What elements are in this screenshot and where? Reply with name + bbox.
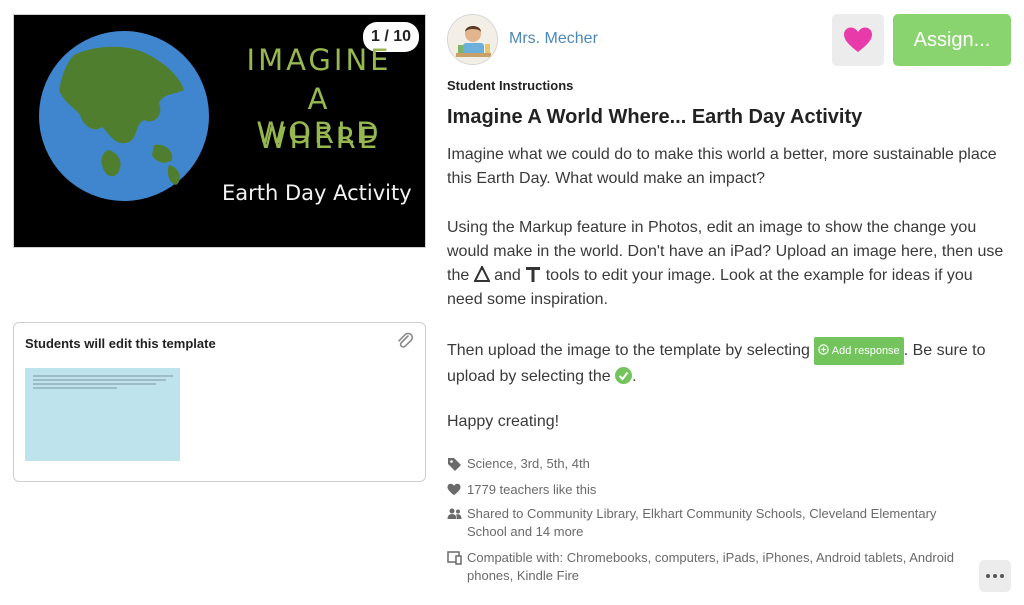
heart-icon — [844, 27, 872, 52]
meta-compatible: Compatible with: Chromebooks, computers,… — [447, 549, 967, 585]
more-options-button[interactable] — [979, 560, 1011, 592]
tag-icon — [448, 458, 461, 471]
activity-title: Imagine A World Where... Earth Day Activ… — [447, 106, 863, 128]
meta-subjects: Science, 3rd, 5th, 4th — [447, 455, 977, 477]
earth-globe-image — [39, 31, 209, 201]
meta-shared: Shared to Community Library, Elkhart Com… — [447, 505, 977, 541]
device-icon — [447, 551, 462, 565]
meta-subjects-text: Science, 3rd, 5th, 4th — [467, 456, 590, 471]
plus-circle-icon — [818, 344, 830, 355]
slide-subtitle: Earth Day Activity — [222, 181, 412, 205]
add-response-badge: Add response — [814, 337, 904, 365]
para3-text-end: . — [632, 368, 637, 385]
like-button[interactable] — [832, 14, 884, 66]
instructions-paragraph-2: Using the Markup feature in Photos, edit… — [447, 216, 1007, 312]
teacher-avatar[interactable] — [447, 14, 498, 65]
instructions-paragraph-1: Imagine what we could do to make this wo… — [447, 146, 997, 187]
meta-likes-text: 1779 teachers like this — [467, 482, 597, 497]
assign-button[interactable]: Assign... — [893, 14, 1011, 66]
slide-headline-line-1: IMAGINE — [246, 43, 392, 77]
more-icon — [986, 574, 990, 578]
para2-text-and: and — [489, 267, 526, 284]
people-icon — [447, 508, 462, 519]
heart-icon — [447, 483, 461, 496]
template-thumbnail[interactable] — [25, 368, 180, 461]
meta-likes: 1779 teachers like this — [447, 481, 977, 501]
slide-headline-line-3: WHERE — [257, 121, 381, 155]
para3-text-start: Then upload the image to the template by… — [447, 342, 815, 359]
student-template-card: Students will edit this template — [13, 322, 426, 482]
drawing-tool-icon — [473, 266, 490, 282]
template-card-title: Students will edit this template — [25, 336, 216, 351]
instructions-paragraph-4: Happy creating! — [447, 413, 560, 430]
student-instructions-label: Student Instructions — [447, 78, 574, 93]
instructions-paragraph-3: Then upload the image to the template by… — [447, 337, 1007, 389]
text-tool-icon — [526, 267, 541, 282]
paperclip-icon[interactable] — [395, 331, 415, 351]
meta-compatible-text: Compatible with: Chromebooks, computers,… — [467, 550, 955, 583]
checkmark-icon — [615, 367, 633, 384]
meta-shared-text[interactable]: Shared to Community Library, Elkhart Com… — [467, 505, 977, 541]
add-response-label: Add response — [831, 345, 900, 357]
teacher-name-link[interactable]: Mrs. Mecher — [509, 30, 598, 48]
activity-slide-preview[interactable]: 1 / 10 IMAGINE A WORLD WHERE Earth Day A… — [13, 14, 426, 248]
